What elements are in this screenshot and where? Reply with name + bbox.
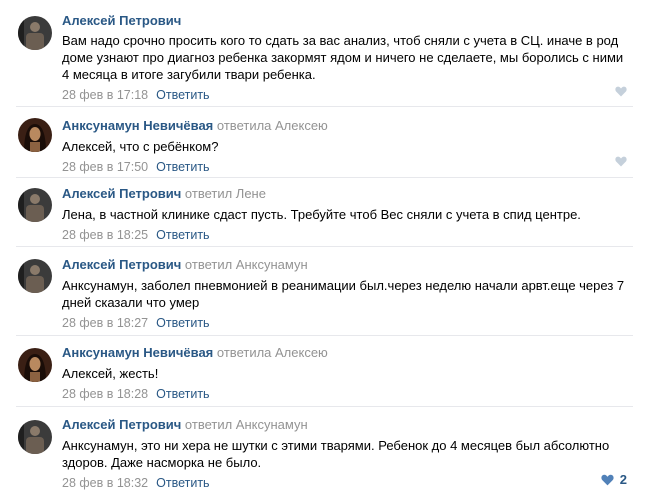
comment-header: Алексей Петрович ответил Анксунамун: [62, 257, 629, 273]
like-button[interactable]: [615, 156, 627, 167]
reply-to-label[interactable]: ответил Анксунамун: [185, 417, 308, 432]
avatar-anksunamun[interactable]: [18, 348, 52, 382]
reply-button[interactable]: Ответить: [156, 387, 209, 401]
comment-date[interactable]: 28 фев в 18:28: [62, 387, 148, 401]
comment-date[interactable]: 28 фев в 18:25: [62, 228, 148, 242]
like-count: 2: [619, 472, 627, 487]
avatar-aleksey[interactable]: [18, 188, 52, 222]
avatar-aleksey[interactable]: [18, 259, 52, 293]
like-button[interactable]: 2: [601, 472, 627, 487]
comment-meta: 28 фев в 18:32 Ответить: [62, 475, 629, 491]
comment-header: Анксунамун Невичёвая ответила Алексею: [62, 118, 629, 134]
comment-header: Алексей Петрович ответил Лене: [62, 186, 629, 202]
comment-date[interactable]: 28 фев в 18:32: [62, 476, 148, 490]
avatar-aleksey[interactable]: [18, 420, 52, 454]
reply-to-label[interactable]: ответила Алексею: [217, 118, 328, 133]
divider: [16, 406, 633, 407]
author-link[interactable]: Алексей Петрович: [62, 417, 181, 432]
divider: [16, 106, 633, 107]
comment-text: Алексей, что с ребёнком?: [62, 139, 219, 154]
comment-meta: 28 фев в 17:50 Ответить: [62, 159, 629, 175]
reply-button[interactable]: Ответить: [156, 160, 209, 174]
author-link[interactable]: Алексей Петрович: [62, 13, 181, 28]
author-link[interactable]: Алексей Петрович: [62, 186, 181, 201]
author-link[interactable]: Анксунамун Невичёвая: [62, 118, 213, 133]
comment-header: Алексей Петрович: [62, 13, 629, 29]
reply-to-label[interactable]: ответила Алексею: [217, 345, 328, 360]
heart-icon: [601, 474, 614, 485]
comment-header: Анксунамун Невичёвая ответила Алексею: [62, 345, 629, 361]
reply-button[interactable]: Ответить: [156, 316, 209, 330]
comment-date[interactable]: 28 фев в 18:27: [62, 316, 148, 330]
divider: [16, 246, 633, 247]
heart-icon: [615, 86, 627, 97]
author-link[interactable]: Алексей Петрович: [62, 257, 181, 272]
divider: [16, 177, 633, 178]
comment-text: Вам надо срочно просить кого то сдать за…: [62, 33, 624, 82]
reply-button[interactable]: Ответить: [156, 88, 209, 102]
comment-meta: 28 фев в 17:18 Ответить: [62, 87, 629, 103]
comment-date[interactable]: 28 фев в 17:18: [62, 88, 148, 102]
comment-date[interactable]: 28 фев в 17:50: [62, 160, 148, 174]
avatar-anksunamun[interactable]: [18, 118, 52, 152]
reply-button[interactable]: Ответить: [156, 476, 209, 490]
divider: [16, 335, 633, 336]
reply-to-label[interactable]: ответил Лене: [185, 186, 266, 201]
comment-text: Алексей, жесть!: [62, 366, 159, 381]
comment-meta: 28 фев в 18:28 Ответить: [62, 386, 629, 402]
comment-text: Анксунамун, заболел пневмонией в реанима…: [62, 278, 625, 310]
comment-header: Алексей Петрович ответил Анксунамун: [62, 417, 629, 433]
like-button[interactable]: [615, 86, 627, 97]
reply-button[interactable]: Ответить: [156, 228, 209, 242]
comment-text: Анксунамун, это ни хера не шутки с этими…: [62, 438, 610, 470]
comment-meta: 28 фев в 18:25 Ответить: [62, 227, 629, 243]
comment-text: Лена, в частной клинике сдаст пусть. Тре…: [62, 207, 581, 222]
reply-to-label[interactable]: ответил Анксунамун: [185, 257, 308, 272]
comment-meta: 28 фев в 18:27 Ответить: [62, 315, 629, 331]
heart-icon: [615, 156, 627, 167]
avatar-aleksey[interactable]: [18, 16, 52, 50]
author-link[interactable]: Анксунамун Невичёвая: [62, 345, 213, 360]
